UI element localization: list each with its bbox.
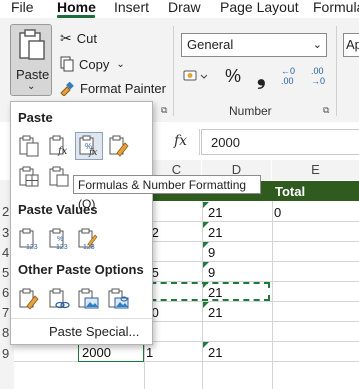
clipboard-launcher-icon[interactable]: ⧉ xyxy=(161,105,167,116)
paste-formulas-number-formatting-icon: % fx xyxy=(79,135,97,157)
number-group-label: Number xyxy=(229,104,272,118)
ribbon-divider xyxy=(336,26,337,116)
row-number[interactable]: 4 xyxy=(2,245,9,260)
paste-special-menu-item[interactable]: Paste Special... xyxy=(49,324,139,339)
cell-d4[interactable]: 9 xyxy=(208,245,215,260)
paste-no-borders-icon[interactable] xyxy=(18,166,40,188)
style-combo[interactable]: Ap xyxy=(343,33,359,57)
accounting-format-button[interactable] xyxy=(183,68,208,89)
svg-text:fx: fx xyxy=(88,148,97,157)
paste-keep-column-widths-icon[interactable] xyxy=(48,166,70,188)
copy-button[interactable]: Copy ⌄ xyxy=(60,56,125,72)
copy-label: Copy xyxy=(79,56,110,72)
svg-text:123: 123 xyxy=(56,244,68,250)
tab-home[interactable]: Home xyxy=(57,0,96,14)
paste-picture-icon[interactable] xyxy=(77,288,99,310)
cell-d2[interactable]: 21 xyxy=(208,205,222,220)
row-number[interactable]: 5 xyxy=(2,265,9,280)
cell-d5[interactable]: 9 xyxy=(208,265,215,280)
paste-button[interactable]: Paste ⌄ xyxy=(10,24,52,96)
svg-text:%: % xyxy=(57,236,63,243)
copy-icon xyxy=(60,56,74,72)
format-painter-button[interactable]: Format Painter xyxy=(59,81,166,96)
clipboard-icon xyxy=(19,29,45,60)
brush-icon xyxy=(60,81,74,96)
paste-icon[interactable] xyxy=(18,135,40,157)
ribbon-divider xyxy=(173,26,174,116)
formula-divider xyxy=(199,129,200,155)
tab-formulas[interactable]: Formula xyxy=(313,0,359,14)
paste-formulas-icon[interactable]: fx xyxy=(48,135,70,157)
other-paste-options-heading: Other Paste Options xyxy=(18,262,144,277)
row-number[interactable]: 3 xyxy=(2,225,9,240)
chevron-down-icon: ⌄ xyxy=(27,81,36,92)
increase-decimal-bottom: .00 xyxy=(281,76,294,86)
svg-text:fx: fx xyxy=(57,146,68,157)
paste-options-menu: Paste fx % fx Paste Values 123 % 123 123… xyxy=(10,101,153,345)
cell-c9[interactable]: 1 xyxy=(146,345,153,360)
number-launcher-icon[interactable]: ⧉ xyxy=(323,105,329,116)
gridline xyxy=(272,201,273,389)
style-combo-value: Ap xyxy=(346,37,359,52)
cell-d3[interactable]: 21 xyxy=(208,225,222,240)
cell-d9[interactable]: 21 xyxy=(208,345,222,360)
paste-values-icon[interactable]: 123 xyxy=(18,228,40,250)
paste-option-tooltip: Formulas & Number Formatting (O) xyxy=(73,175,261,211)
row-number[interactable]: 2 xyxy=(2,204,9,219)
format-painter-label: Format Painter xyxy=(80,81,166,96)
paste-values-number-formatting-icon[interactable]: %123 xyxy=(48,228,70,250)
paste-link-icon[interactable] xyxy=(48,288,70,310)
decrease-decimal-top: .00 xyxy=(311,66,324,76)
increase-decimal-top: ←0 xyxy=(281,66,296,76)
svg-text:123: 123 xyxy=(26,244,38,250)
row-number[interactable]: 9 xyxy=(2,346,9,361)
cell-d7[interactable]: 21 xyxy=(208,305,222,320)
comma-style-button[interactable]: ❟ xyxy=(257,64,266,90)
number-format-combo[interactable]: General ⌄ xyxy=(181,33,327,57)
copy-dropdown-chevron-icon[interactable]: ⌄ xyxy=(116,59,124,70)
row-number[interactable]: 6 xyxy=(2,285,9,300)
increase-decimal-button[interactable]: ←0 .00 xyxy=(281,66,295,86)
currency-icon xyxy=(183,70,208,81)
menu-divider xyxy=(11,318,152,319)
chevron-down-icon: ⌄ xyxy=(312,39,322,51)
cell-e2[interactable]: 0 xyxy=(274,205,281,220)
tab-file[interactable]: File xyxy=(11,0,34,14)
paste-section-heading: Paste xyxy=(18,110,53,125)
paste-linked-picture-icon[interactable] xyxy=(107,288,129,310)
column-header-e[interactable]: E xyxy=(272,160,359,180)
row-number[interactable]: 7 xyxy=(2,305,9,320)
paste-keep-source-formatting-icon[interactable] xyxy=(108,135,130,157)
scissors-icon: ✂ xyxy=(60,30,72,46)
number-format-value: General xyxy=(187,37,234,52)
paste-formulas-number-formatting-button[interactable]: % fx xyxy=(75,132,103,160)
tab-page-layout[interactable]: Page Layout xyxy=(220,0,299,14)
cut-label: Cut xyxy=(76,31,97,46)
decrease-decimal-button[interactable]: .00 →0 xyxy=(311,66,325,86)
decrease-decimal-bottom: →0 xyxy=(311,76,326,86)
tab-insert[interactable]: Insert xyxy=(114,0,149,14)
row-number[interactable]: 8 xyxy=(2,325,9,340)
gridline xyxy=(14,361,359,362)
cut-button[interactable]: ✂ Cut xyxy=(60,30,97,47)
copy-marquee xyxy=(140,282,270,301)
paste-formatting-icon[interactable] xyxy=(18,288,40,310)
formula-input[interactable]: 2000 xyxy=(201,129,359,155)
paste-label: Paste xyxy=(16,67,50,82)
total-header: Total xyxy=(275,184,306,199)
percent-style-button[interactable]: % xyxy=(225,66,241,87)
tab-draw[interactable]: Draw xyxy=(168,0,201,14)
paste-values-source-formatting-icon[interactable]: 123 xyxy=(77,228,99,250)
formula-value: 2000 xyxy=(211,135,240,150)
insert-function-button[interactable]: fx xyxy=(174,133,187,149)
